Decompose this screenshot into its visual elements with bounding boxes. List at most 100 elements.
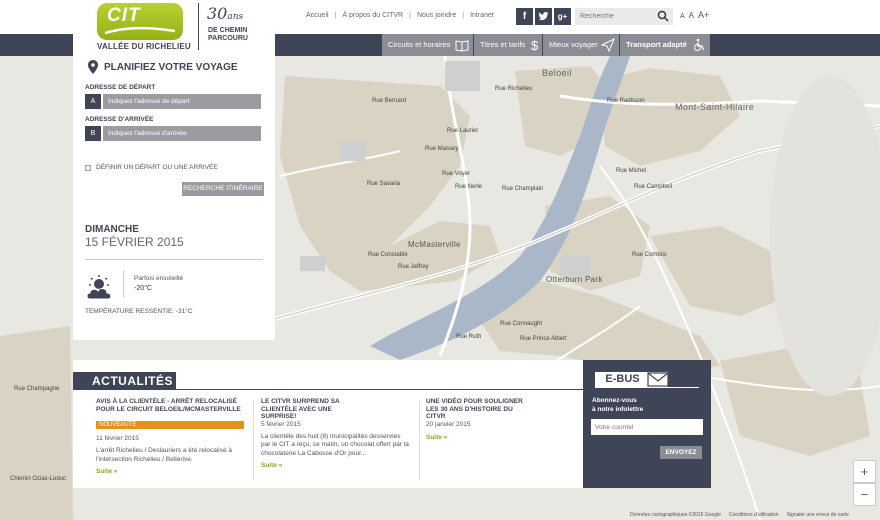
map-street-label: Rue Bernard xyxy=(372,98,407,104)
logo-region: VALLÉE DU RICHELIEU xyxy=(97,42,191,51)
anniversary-tagline: DE CHEMIN PARCOURU xyxy=(208,27,248,43)
location-pin-icon xyxy=(88,60,98,74)
map-street-label: Rue Michel xyxy=(616,168,647,174)
parcel xyxy=(300,256,325,271)
feels-like-temperature: TEMPÉRATURE RESSENTIE: -31°C xyxy=(85,308,193,315)
news-body: L'arrêt Richelieu / Deslauriers a été re… xyxy=(96,447,232,463)
twitter-icon[interactable] xyxy=(535,8,552,25)
nav-tarifs[interactable]: Titres et tarifs $ xyxy=(474,34,542,56)
news-section: ACTUALITÉS AVIS À LA CLIENTÈLE - ARRÊT R… xyxy=(73,360,583,488)
map-terms-link[interactable]: Conditions d'utilisation xyxy=(729,512,779,518)
departure-input[interactable]: Indiquez l'adresse de départ xyxy=(103,94,261,109)
nav-mieux-voyager[interactable]: Mieux voyager xyxy=(543,34,619,56)
news-more-link[interactable]: Suite » xyxy=(261,462,411,469)
dollar-icon: $ xyxy=(531,38,539,52)
news-item: LE CITVR SURPREND SA CLIENTÈLE AVEC UNE … xyxy=(261,398,411,469)
nav-circuits-label: Circuits et horaires xyxy=(388,40,451,49)
map-city-label: Mont-Saint-Hilaire xyxy=(675,102,755,112)
font-size-medium[interactable]: A xyxy=(689,11,694,20)
ebus-text-2: à notre infolettre xyxy=(592,406,644,413)
nav-link-intranet[interactable]: Intranet xyxy=(470,12,494,19)
separator: | xyxy=(409,12,411,19)
font-size-small[interactable]: A xyxy=(680,13,685,20)
map-city-label: Otterburn Park xyxy=(546,275,603,284)
subscribe-button[interactable]: ENVOYEZ xyxy=(660,446,702,459)
map-street-label: Rue Radisson xyxy=(607,98,645,104)
anniversary-tag-1: DE CHEMIN xyxy=(208,27,248,34)
nav-link-about[interactable]: À propos du CITVR xyxy=(342,12,403,19)
news-more-link[interactable]: Suite » xyxy=(426,434,576,441)
news-headline[interactable]: LE CITVR SURPREND SA CLIENTÈLE AVEC UNE … xyxy=(261,398,356,421)
arrival-key: B xyxy=(85,126,101,141)
map-street-label: Rue Jeffrey xyxy=(398,264,429,270)
define-departure-label: DÉFINIR UN DÉPART OU UNE ARRIVÉE xyxy=(96,164,218,171)
book-icon xyxy=(455,40,469,52)
news-more-link[interactable]: Suite » xyxy=(96,468,246,475)
map-street-label: Chemin Ozias-Leduc xyxy=(10,476,67,482)
search-itinerary-button[interactable]: RECHERCHE ITINÉRAIRE xyxy=(182,182,264,196)
ebus-text-1: Abonnez-vous xyxy=(592,397,637,404)
departure-label: ADRESSE DE DÉPART xyxy=(85,84,156,91)
map-street-label: Rue Comtois xyxy=(632,252,667,258)
news-date: 5 février 2015 xyxy=(261,420,301,428)
send-icon xyxy=(601,38,615,52)
email-field[interactable] xyxy=(591,419,703,435)
map-street-label: Rue Connaught xyxy=(500,321,543,327)
anniversary-number: 30 xyxy=(207,4,228,23)
map-street-label: Rue Massey xyxy=(425,146,459,152)
nav-transport-adapte[interactable]: Transport adapté xyxy=(620,34,710,56)
ebus-title-text: E-BUS xyxy=(605,373,640,385)
news-headline[interactable]: UNE VIDÉO POUR SOULIGNER LES 30 ANS D'HI… xyxy=(426,398,531,421)
ebus-title-rule xyxy=(595,387,699,388)
zoom-in-button[interactable]: + xyxy=(853,460,876,483)
news-headline[interactable]: AVIS À LA CLIENTÈLE - ARRÊT RELOCALISÉ P… xyxy=(96,398,246,413)
zoom-out-button[interactable]: − xyxy=(853,483,876,506)
weather-temperature: -20°C xyxy=(134,285,152,292)
swoosh-icon xyxy=(105,26,175,35)
facebook-icon[interactable]: f xyxy=(516,8,533,25)
anniversary-tag-2: PARCOURU xyxy=(208,35,248,42)
planner-title: PLANIFIEZ VOTRE VOYAGE xyxy=(104,62,238,73)
map-report-error-link[interactable]: Signaler une erreur de carte xyxy=(787,512,849,518)
wheelchair-icon xyxy=(694,38,705,51)
divider xyxy=(85,259,263,260)
google-plus-icon[interactable]: g+ xyxy=(554,8,571,25)
map-street-label: Rue Richelieu xyxy=(495,86,533,92)
news-title: ACTUALITÉS xyxy=(73,372,176,390)
nav-transport-adapte-label: Transport adapté xyxy=(626,40,687,49)
nav-tarifs-label: Titres et tarifs xyxy=(480,40,526,49)
define-departure-checkbox[interactable] xyxy=(85,165,91,171)
site-logo[interactable]: CIT VALLÉE DU RICHELIEU 30ans DE CHEMIN … xyxy=(73,0,275,56)
ebus-description: Abonnez-vous à notre infolettre xyxy=(592,396,643,414)
logo-divider xyxy=(198,3,199,50)
map-street-label: Rue Ruth xyxy=(456,334,482,340)
map-city-label: McMasterville xyxy=(408,240,461,249)
news-title-rule xyxy=(176,389,583,390)
news-divider xyxy=(253,400,254,480)
parcel xyxy=(560,256,590,276)
newsletter-panel: E-BUS Abonnez-vous à notre infolettre EN… xyxy=(583,360,711,488)
logo-brand: CIT xyxy=(107,5,141,26)
news-badge: NOUVEAUTÉ xyxy=(96,421,244,429)
font-size-controls: A A A+ xyxy=(680,10,713,20)
search-icon[interactable] xyxy=(657,10,669,22)
map-city-label: Beloeil xyxy=(542,68,572,78)
arrival-input[interactable]: Indiquez l'adresse d'arrivée xyxy=(103,126,261,141)
trip-planner-panel: PLANIFIEZ VOTRE VOYAGE ADRESSE DE DÉPART… xyxy=(73,56,275,340)
weather-date: 15 FÉVRIER 2015 xyxy=(85,235,184,249)
nav-link-accueil[interactable]: Accueil xyxy=(306,12,329,19)
map-street-label: Rue Laurier xyxy=(447,128,479,134)
nav-link-contact[interactable]: Nous joindre xyxy=(417,12,456,19)
anniversary-mark: 30ans xyxy=(207,4,243,23)
news-date: 11 février 2015 xyxy=(96,435,139,442)
nav-mieux-voyager-label: Mieux voyager xyxy=(549,40,598,49)
departure-key: A xyxy=(85,94,101,109)
parcel xyxy=(340,141,365,161)
news-item: UNE VIDÉO POUR SOULIGNER LES 30 ANS D'HI… xyxy=(426,398,576,441)
nav-circuits[interactable]: Circuits et horaires xyxy=(382,34,473,56)
cit-logo-badge: CIT xyxy=(97,3,183,40)
map-street-label: Rue Campbell xyxy=(634,184,673,190)
svg-text:$: $ xyxy=(531,38,539,52)
map-street-label: Rue Savaria xyxy=(367,181,401,187)
font-size-large[interactable]: A+ xyxy=(698,10,709,20)
